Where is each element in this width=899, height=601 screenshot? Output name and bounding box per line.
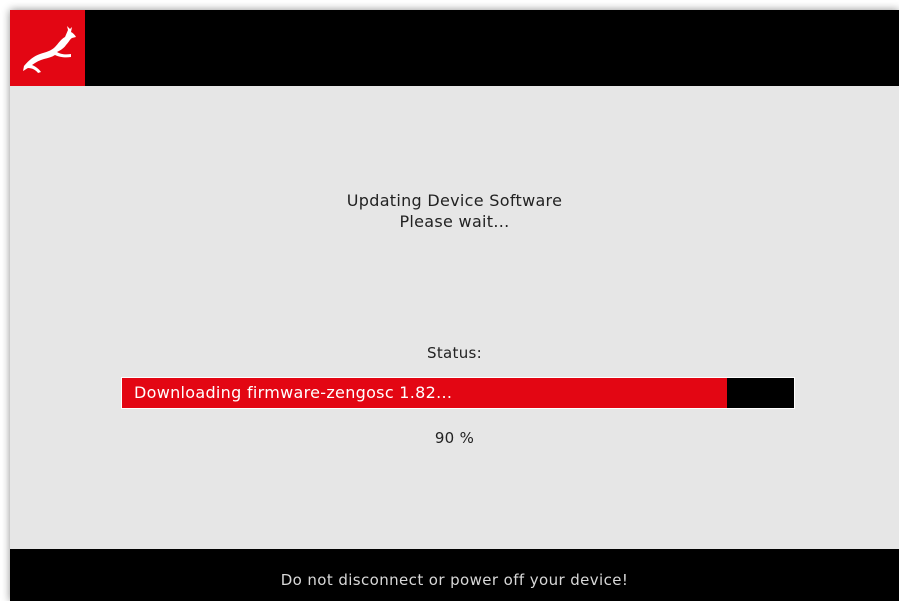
update-title: Updating Device Software	[346, 191, 563, 210]
brand-logo	[10, 10, 85, 86]
gazelle-logo-icon	[23, 26, 76, 73]
progress-bar: Downloading firmware-zengosc 1.82...	[121, 377, 795, 409]
content-area: Updating Device Software Please wait... …	[10, 86, 899, 549]
progress-status-text: Downloading firmware-zengosc 1.82...	[134, 383, 453, 402]
footer-warning: Do not disconnect or power off your devi…	[280, 571, 629, 589]
footer-bar: Do not disconnect or power off your devi…	[10, 549, 899, 601]
message-block: Updating Device Software Please wait...	[10, 190, 899, 232]
status-label: Status:	[427, 344, 482, 362]
update-subtitle: Please wait...	[399, 212, 510, 231]
progress-percent: 90 %	[434, 429, 475, 447]
header-bar	[10, 10, 899, 86]
update-window: Updating Device Software Please wait... …	[10, 10, 899, 601]
